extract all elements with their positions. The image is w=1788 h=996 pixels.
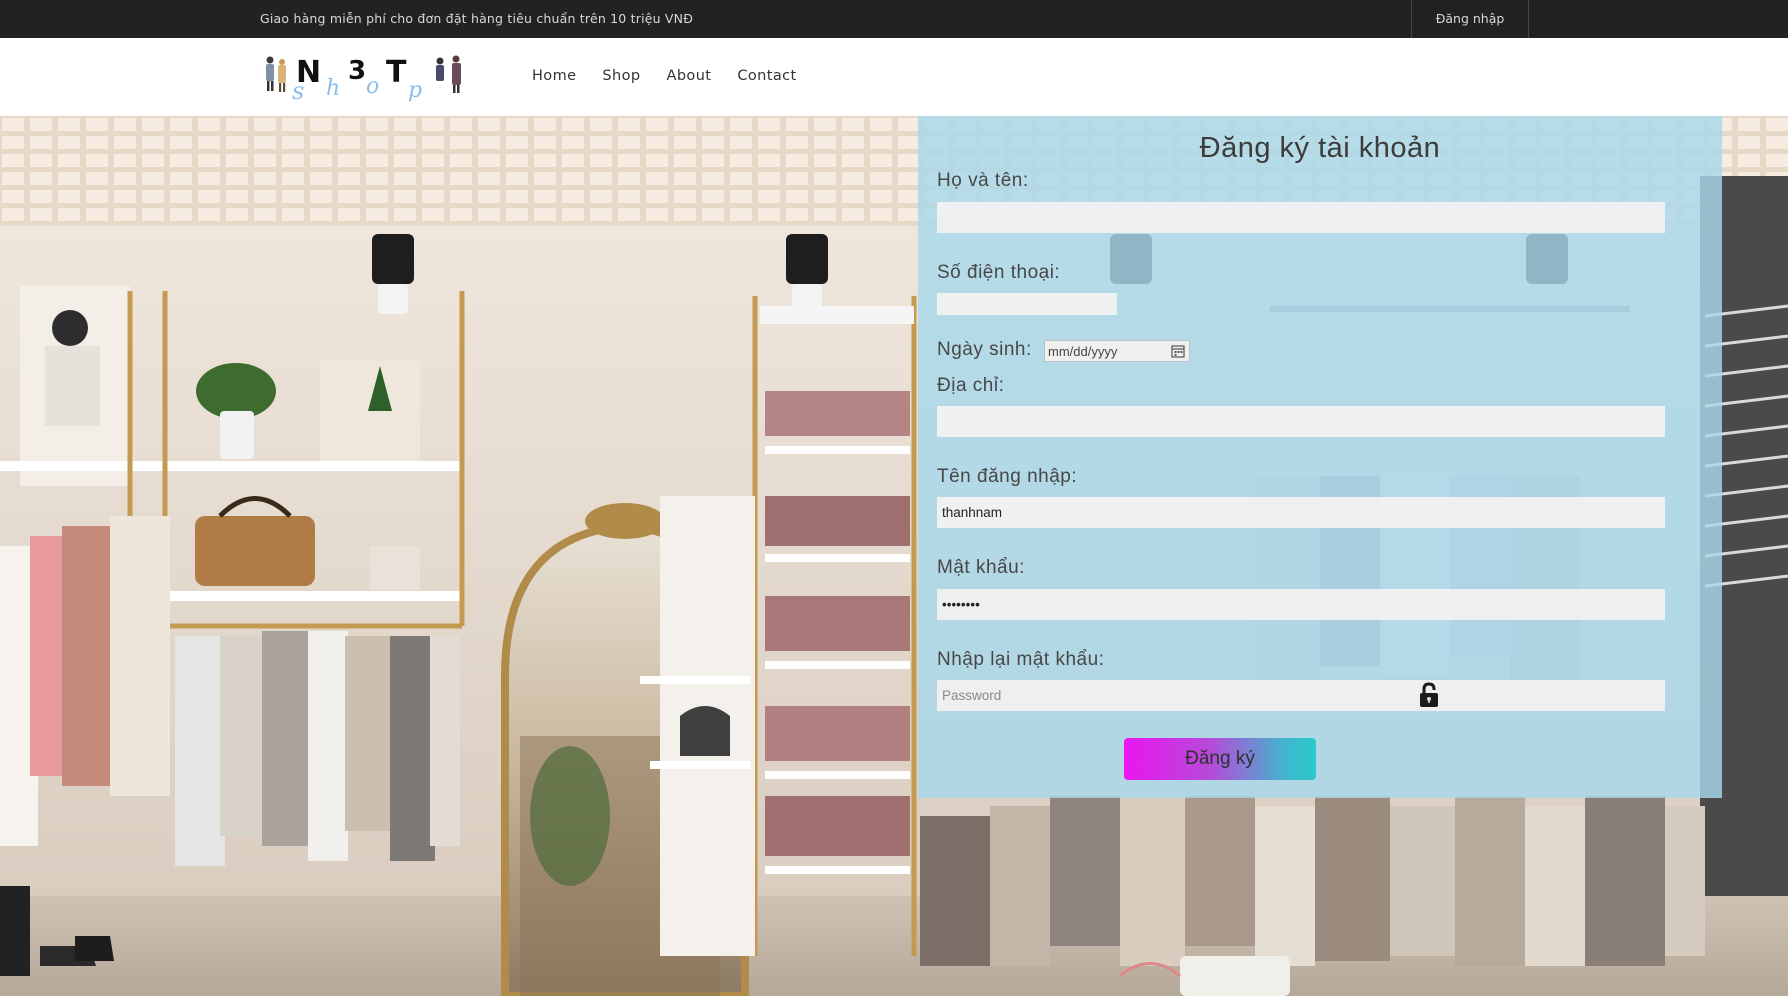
dob-placeholder: mm/dd/yyyy: [1048, 344, 1118, 359]
confirm-password-label: Nhập lại mật khẩu:: [937, 649, 1105, 670]
nav-shop[interactable]: Shop: [602, 68, 640, 84]
fullname-label: Họ và tên:: [937, 170, 1029, 191]
logo-o: o: [366, 74, 379, 99]
nav-contact[interactable]: Contact: [737, 68, 796, 84]
nav-about[interactable]: About: [667, 68, 712, 84]
dob-label: Ngày sinh:: [937, 339, 1032, 360]
main-nav: Home Shop About Contact: [532, 68, 797, 84]
register-button[interactable]: Đăng ký: [1124, 738, 1316, 780]
username-input[interactable]: [937, 497, 1665, 528]
address-label: Địa chỉ:: [937, 375, 1005, 396]
shipping-notice: Giao hàng miễn phí cho đơn đặt hàng tiêu…: [260, 11, 694, 26]
logo-p: p: [408, 78, 422, 103]
site-header: N 3 T s h o p Home Shop About Contact: [0, 38, 1788, 116]
logo-figures-left-icon: [266, 56, 286, 92]
nav-home[interactable]: Home: [532, 68, 576, 84]
register-panel: Đăng ký tài khoản Họ và tên: Số điện tho…: [918, 116, 1722, 798]
password-input[interactable]: [937, 589, 1665, 620]
username-label: Tên đăng nhập:: [937, 466, 1078, 487]
logo-3: 3: [348, 56, 366, 86]
register-title: Đăng ký tài khoản: [1199, 132, 1441, 164]
logo-h: h: [326, 76, 340, 101]
logo-t: T: [386, 55, 407, 90]
lock-icon[interactable]: [1418, 681, 1440, 709]
password-label: Mật khẩu:: [937, 557, 1025, 578]
top-bar: Giao hàng miễn phí cho đơn đặt hàng tiêu…: [0, 0, 1788, 38]
address-input[interactable]: [937, 406, 1665, 437]
phone-label: Số điện thoại:: [937, 262, 1061, 283]
phone-input[interactable]: [937, 293, 1117, 315]
calendar-icon[interactable]: [1171, 344, 1185, 358]
login-link[interactable]: Đăng nhập: [1411, 0, 1529, 38]
shop-logo[interactable]: N 3 T s h o p: [260, 51, 470, 105]
confirm-password-input[interactable]: [937, 680, 1665, 711]
logo-s: s: [292, 77, 304, 105]
dob-input[interactable]: mm/dd/yyyy: [1044, 340, 1190, 362]
logo-figures-right-icon: [436, 55, 461, 93]
fullname-input[interactable]: [937, 202, 1665, 233]
